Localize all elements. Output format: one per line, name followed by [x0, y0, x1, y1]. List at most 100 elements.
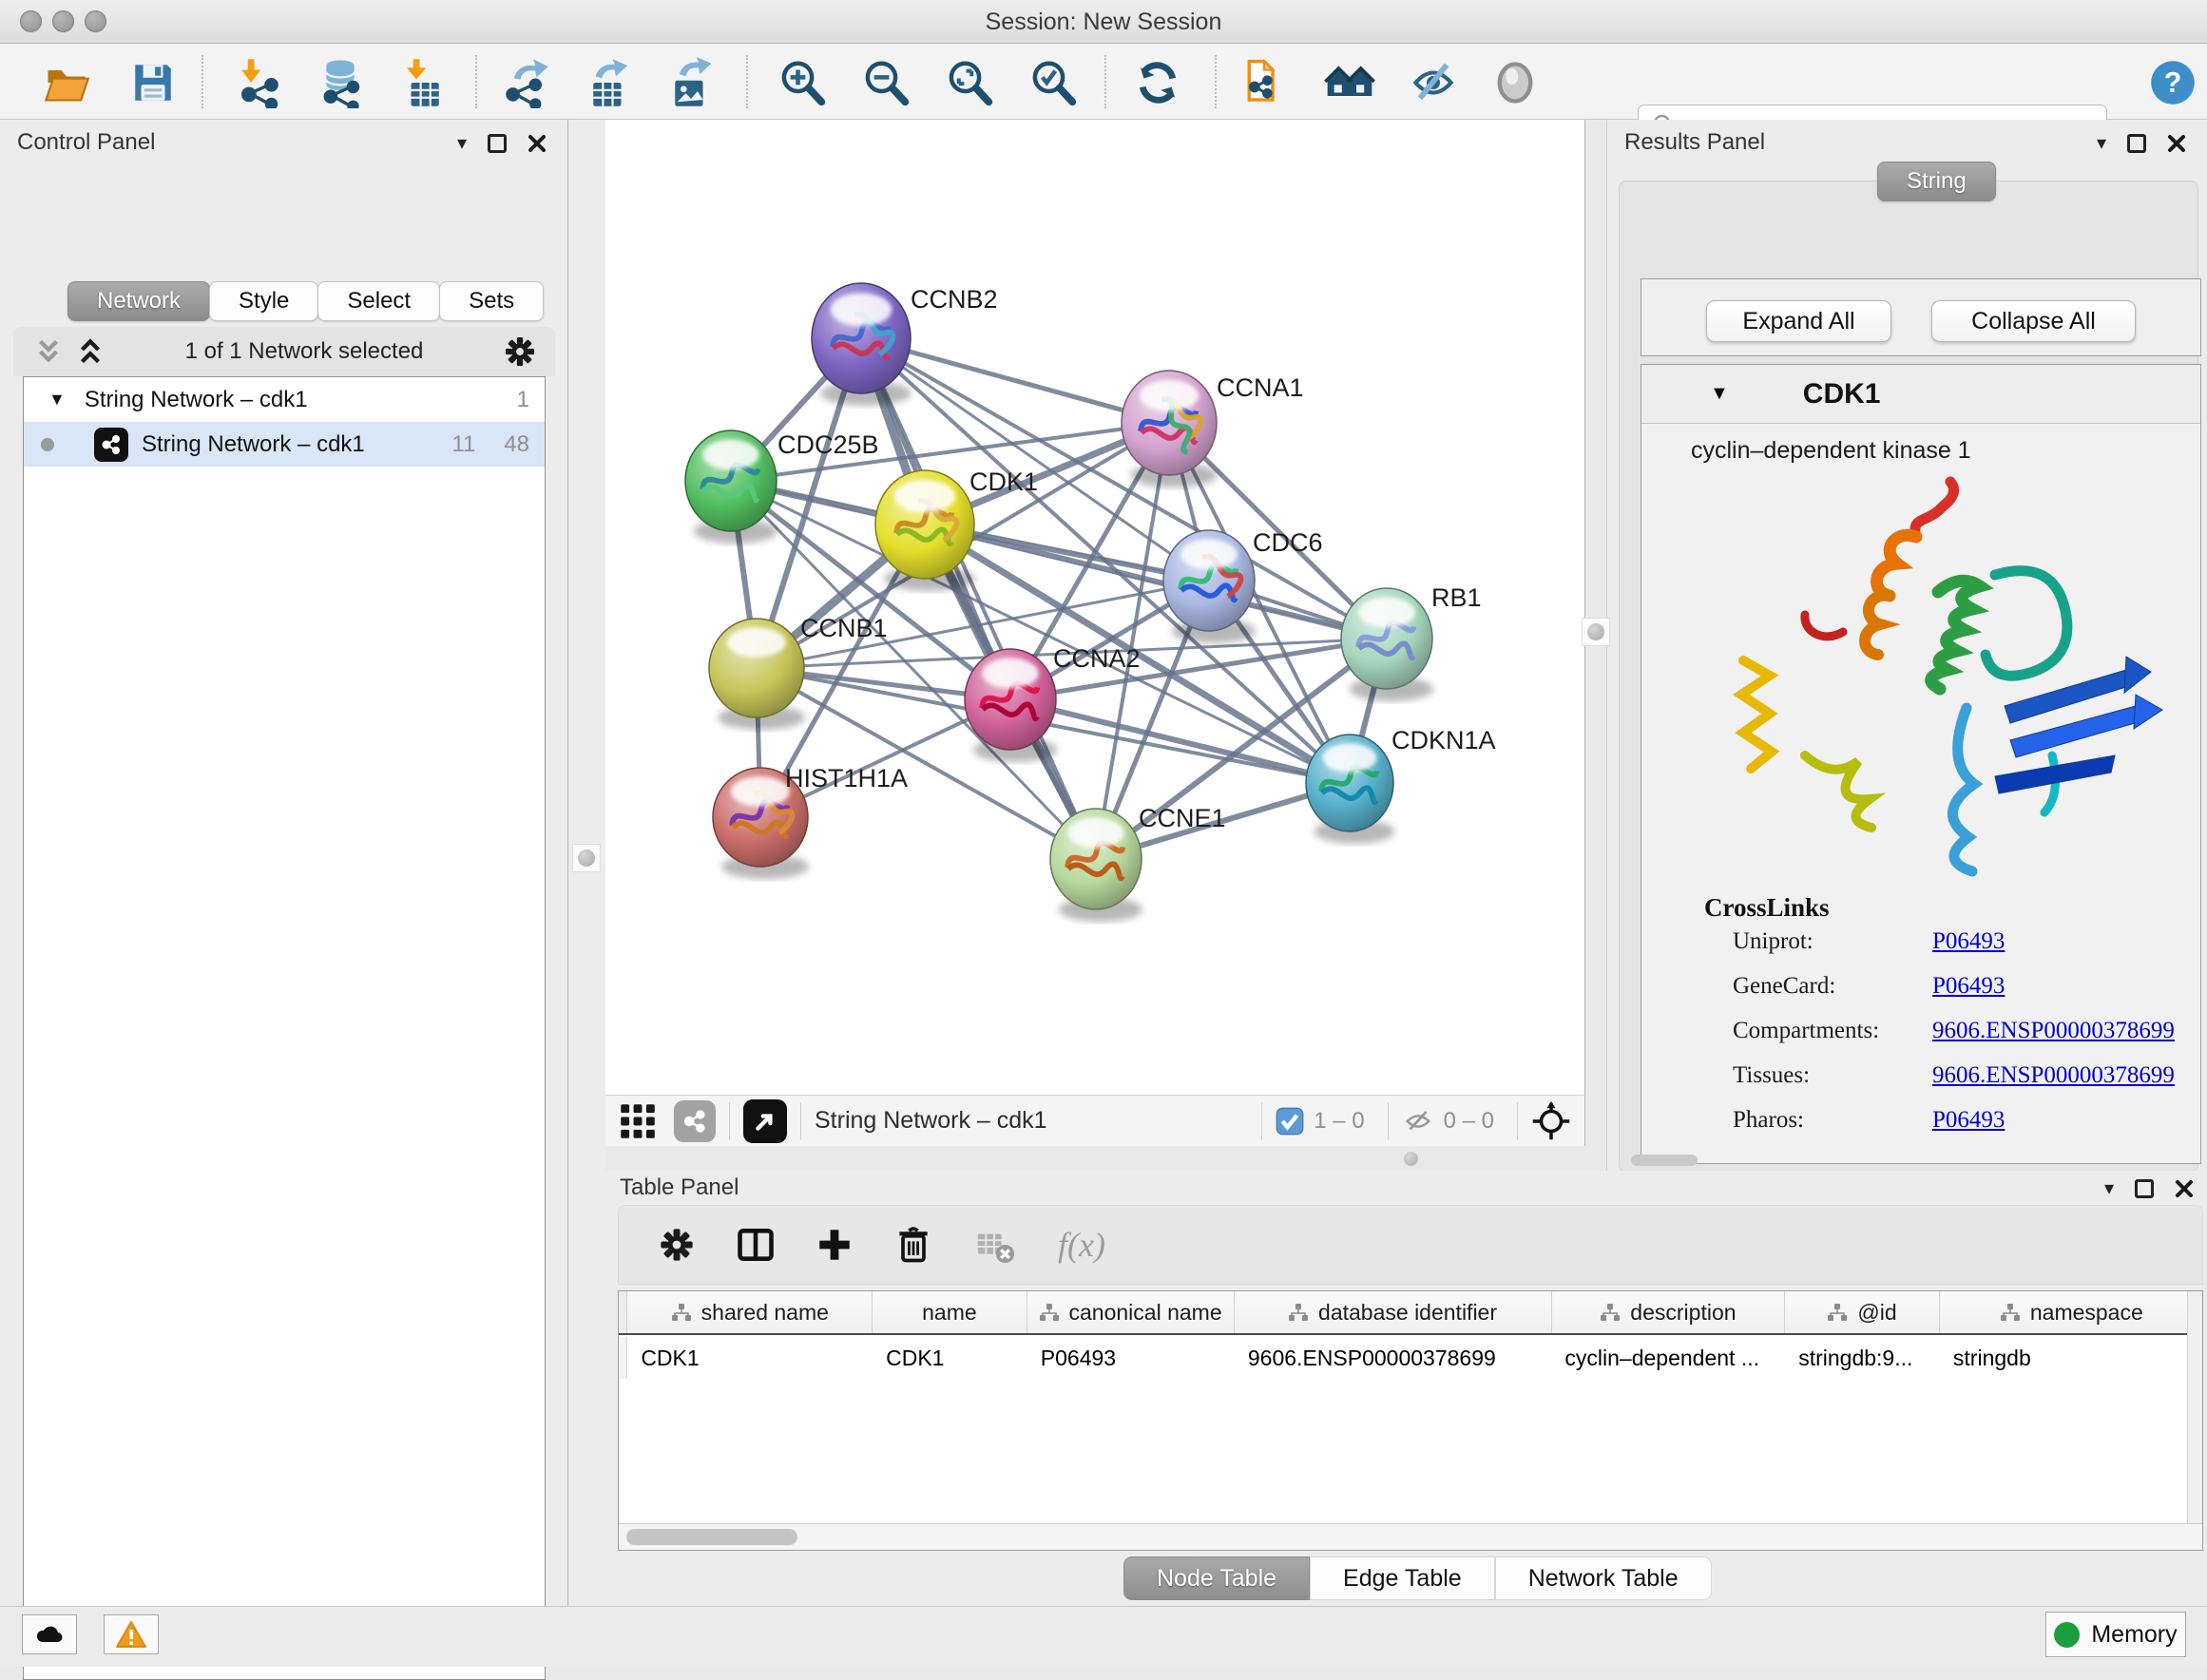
add-column-icon[interactable] — [815, 1225, 854, 1265]
crosslink-link[interactable]: 9606.ENSP00000378699 — [1932, 1018, 2175, 1044]
gear-icon[interactable] — [502, 334, 538, 370]
column-header-description[interactable]: description — [1552, 1291, 1786, 1333]
left-splitter-handle[interactable] — [572, 844, 601, 872]
export-network-button[interactable] — [498, 57, 551, 108]
zoom-out-button[interactable] — [859, 57, 912, 108]
panel-menu-icon[interactable]: ▾ — [2097, 131, 2106, 155]
table-cell[interactable]: 9606.ENSP00000378699 — [1235, 1337, 1552, 1379]
tab-sets[interactable]: Sets — [439, 281, 544, 321]
string-import-button[interactable] — [1238, 57, 1291, 108]
import-network-file-button[interactable] — [232, 57, 285, 108]
panel-menu-icon[interactable]: ▾ — [2104, 1176, 2114, 1200]
network-collection-row[interactable]: ▼ String Network – cdk1 1 — [24, 377, 545, 422]
import-table-file-button[interactable] — [397, 57, 451, 108]
help-button[interactable]: ? — [2146, 57, 2199, 108]
apply-layout-button[interactable] — [1131, 57, 1184, 108]
column-header-database-identifier[interactable]: database identifier — [1235, 1291, 1552, 1333]
scrollbar-thumb[interactable] — [626, 1529, 797, 1545]
export-image-button[interactable] — [663, 57, 717, 108]
network-view-icon[interactable] — [674, 1100, 716, 1142]
node-CCNB1[interactable] — [709, 619, 805, 730]
grid-view-icon[interactable] — [619, 1102, 657, 1140]
save-session-button[interactable] — [126, 57, 180, 108]
left-splitter[interactable] — [569, 120, 605, 1606]
column-header--id[interactable]: @id — [1785, 1291, 1939, 1333]
birdseye-icon[interactable] — [1531, 1101, 1571, 1141]
zoom-in-button[interactable] — [776, 57, 829, 108]
tab-string[interactable]: String — [1877, 162, 1996, 201]
crosslink-link[interactable]: P06493 — [1932, 928, 2005, 955]
collapse-all-icon[interactable] — [32, 335, 65, 368]
column-header-namespace[interactable]: namespace — [1940, 1291, 2203, 1333]
memory-button[interactable]: Memory — [2045, 1612, 2186, 1657]
zoom-fit-button[interactable] — [943, 57, 996, 108]
node-CCNB2[interactable] — [812, 283, 912, 406]
node-CDK1[interactable] — [875, 470, 975, 591]
close-panel-icon[interactable] — [2167, 134, 2186, 153]
function-builder-button[interactable]: f(x) — [1058, 1225, 1105, 1265]
node-RB1[interactable] — [1341, 588, 1433, 701]
node-CCNE1[interactable] — [1050, 809, 1142, 922]
table-cell[interactable]: stringdb:9... — [1785, 1337, 1940, 1379]
horizontal-splitter[interactable] — [605, 1146, 1585, 1171]
node-CCNA1[interactable] — [1122, 371, 1218, 487]
tab-network-table[interactable]: Network Table — [1495, 1556, 1712, 1600]
show-columns-icon[interactable] — [735, 1224, 777, 1266]
panel-menu-icon[interactable]: ▾ — [457, 131, 467, 155]
expand-all-button[interactable]: Expand All — [1706, 300, 1891, 342]
collapse-arrow-icon[interactable]: ▼ — [1710, 383, 1729, 405]
collapse-all-button[interactable]: Collapse All — [1931, 300, 2136, 342]
crosslink-link[interactable]: P06493 — [1932, 1107, 2005, 1134]
column-header-name[interactable]: name — [873, 1291, 1027, 1333]
tab-style[interactable]: Style — [209, 281, 318, 321]
crosslink-link[interactable]: 9606.ENSP00000378699 — [1932, 1062, 2175, 1089]
hide-unhide-button[interactable] — [1407, 57, 1460, 108]
delete-table-icon[interactable] — [972, 1223, 1016, 1267]
table-cell[interactable]: CDK1 — [873, 1337, 1027, 1379]
network-row[interactable]: String Network – cdk1 11 48 — [24, 422, 545, 467]
show-hidden-button[interactable] — [1488, 57, 1542, 108]
horizontal-splitter-handle[interactable] — [1404, 1152, 1418, 1166]
close-panel-icon[interactable] — [528, 134, 547, 153]
node-CDC6[interactable] — [1163, 530, 1256, 643]
collapse-arrow-icon[interactable]: ▼ — [48, 390, 66, 410]
node-CDC25B[interactable] — [685, 430, 777, 544]
export-table-button[interactable] — [582, 57, 635, 108]
float-panel-icon[interactable] — [2135, 1179, 2154, 1198]
table-row[interactable]: CDK1CDK1P064939606.ENSP00000378699cyclin… — [619, 1337, 2203, 1379]
results-scrollbar-thumb[interactable] — [1631, 1155, 1698, 1166]
table-cell[interactable]: P06493 — [1027, 1337, 1235, 1379]
table-cell[interactable]: stringdb — [1940, 1337, 2203, 1379]
network-canvas[interactable]: CCNB2CCNA1CDC25BCDK1CDC6RB1CCNB1CCNA2CDK… — [605, 120, 1585, 1095]
delete-column-icon[interactable] — [892, 1224, 934, 1266]
open-session-button[interactable] — [40, 57, 93, 108]
node-CDKN1A[interactable] — [1306, 735, 1394, 844]
node-result-header[interactable]: ▼ CDK1 — [1641, 365, 2200, 424]
node-CCNA2[interactable] — [965, 649, 1057, 762]
expand-all-icon[interactable] — [74, 335, 106, 368]
tab-network[interactable]: Network — [67, 281, 210, 321]
tab-edge-table[interactable]: Edge Table — [1310, 1556, 1495, 1600]
cloud-status-button[interactable] — [22, 1614, 77, 1654]
show-all-networks-button[interactable] — [1323, 57, 1376, 108]
selected-checkbox-icon[interactable] — [1276, 1107, 1304, 1136]
tab-select[interactable]: Select — [317, 281, 440, 321]
table-settings-gear-icon[interactable] — [657, 1225, 697, 1265]
column-header-canonical-name[interactable]: canonical name — [1027, 1291, 1235, 1333]
table-vertical-scrollbar[interactable] — [2187, 1291, 2202, 1550]
float-panel-icon[interactable] — [2127, 134, 2146, 153]
zoom-selected-button[interactable] — [1027, 57, 1080, 108]
table-cell[interactable]: CDK1 — [627, 1337, 873, 1379]
right-splitter-handle[interactable] — [1582, 618, 1610, 646]
import-network-database-button[interactable] — [314, 57, 367, 108]
float-panel-icon[interactable] — [488, 134, 507, 153]
tab-node-table[interactable]: Node Table — [1123, 1556, 1310, 1600]
column-header-shared-name[interactable]: shared name — [627, 1291, 873, 1333]
table-horizontal-scrollbar[interactable] — [619, 1523, 2203, 1550]
close-panel-icon[interactable] — [2175, 1179, 2194, 1198]
crosslink-link[interactable]: P06493 — [1932, 973, 2005, 1000]
table-cell[interactable]: cyclin–dependent ... — [1551, 1337, 1785, 1379]
warnings-button[interactable] — [104, 1614, 159, 1654]
hidden-eye-icon[interactable] — [1402, 1105, 1434, 1137]
detach-view-icon[interactable] — [743, 1099, 787, 1143]
